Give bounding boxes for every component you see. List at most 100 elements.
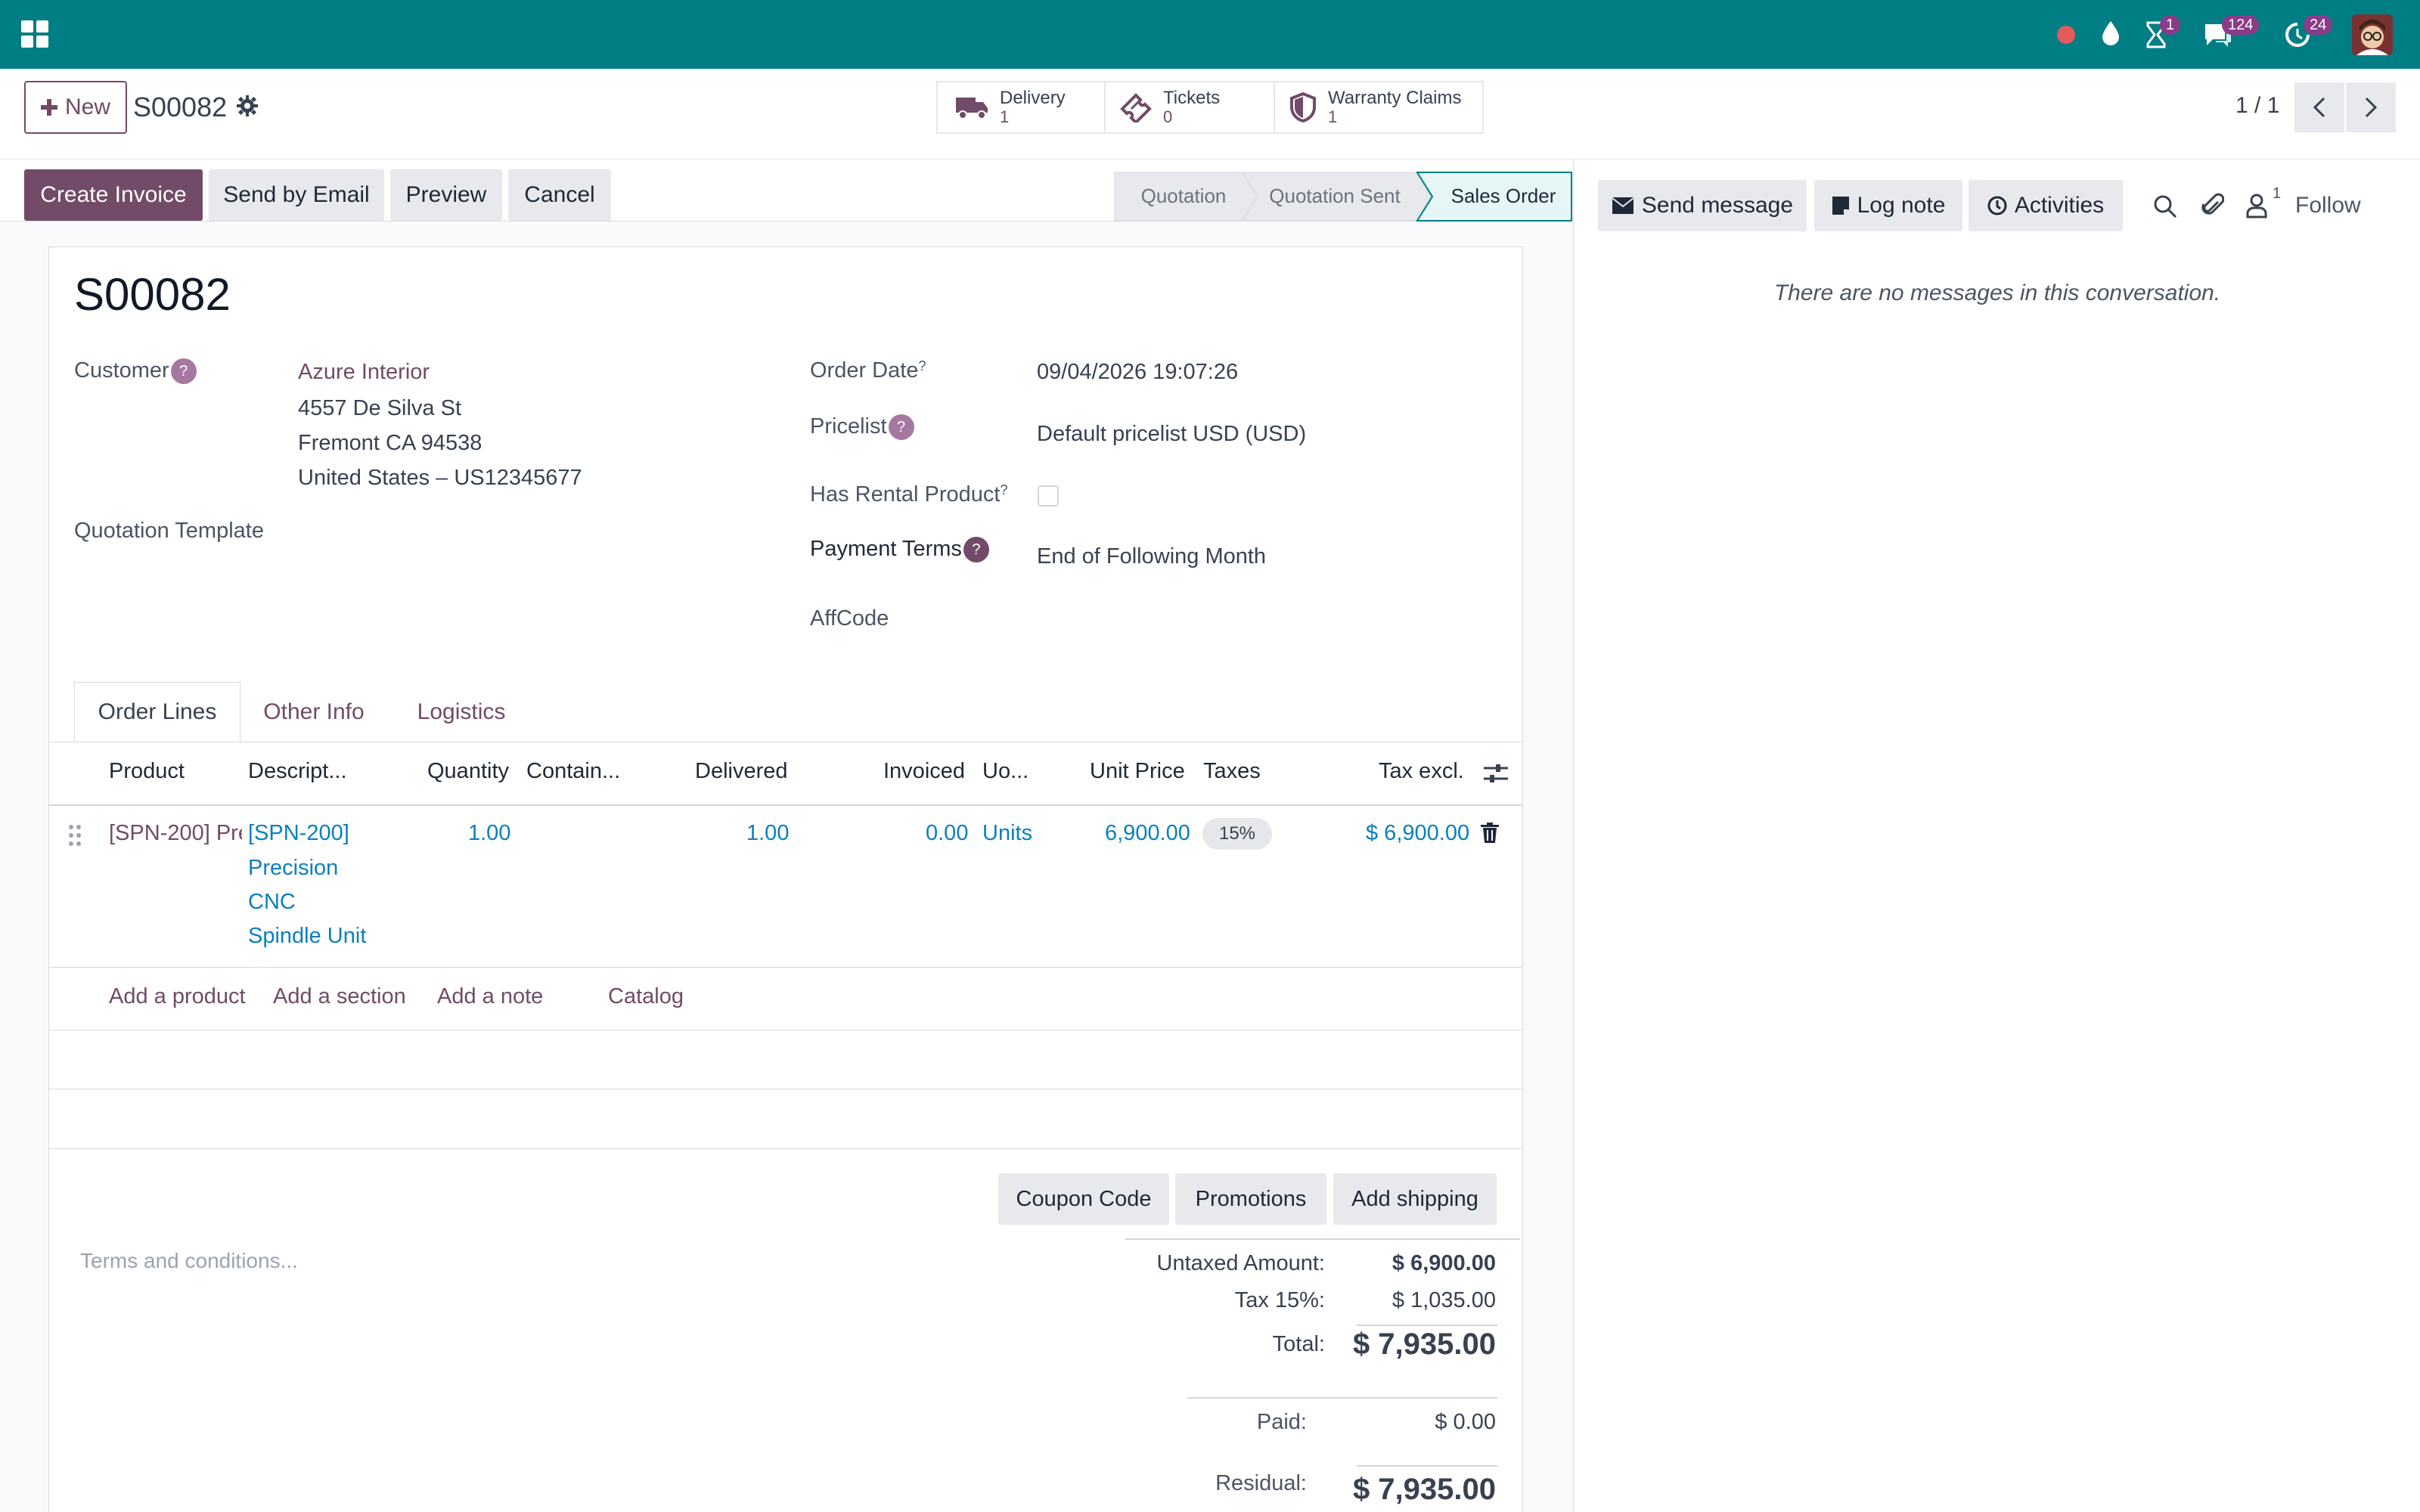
customer-address-line3: United States – US12345677 [298,466,582,490]
add-product-link[interactable]: Add a product [109,984,246,1009]
column-header-invoiced[interactable]: Invoiced [883,759,965,784]
stage-sales-order[interactable]: Sales Order [1434,172,1573,220]
new-button[interactable]: New [24,81,127,134]
control-panel: New S00082 Delivery 1 Tickets 0 Warranty C… [0,69,2420,160]
tax-label: Tax 15%: [1234,1288,1325,1312]
column-header-tax-excl[interactable]: Tax excl. [1379,759,1464,784]
apps-menu-icon[interactable] [20,19,50,49]
pager-value[interactable]: 1 / 1 [2235,93,2279,119]
optional-columns-icon[interactable] [1482,762,1509,791]
chevron-right-icon [2365,97,2378,118]
order-date-label-text: Order Date [810,358,919,383]
residual-value: $ 7,935.00 [1352,1473,1496,1506]
payment-terms-label: Payment Terms? [810,537,989,562]
residual-divider [1357,1465,1497,1467]
row-invoiced[interactable]: 0.00 [926,821,968,846]
column-header-container[interactable]: Contain... [526,759,620,784]
add-section-link[interactable]: Add a section [273,984,406,1009]
stage-quotation-sent[interactable]: Quotation Sent [1255,172,1414,220]
payment-terms-field[interactable]: End of Following Month [1037,544,1266,569]
recording-dot-icon[interactable] [2057,26,2075,44]
customer-label: Customer? [74,358,197,384]
untaxed-amount-label: Untaxed Amount: [1156,1251,1325,1275]
drop-icon[interactable] [2099,20,2122,53]
create-invoice-button[interactable]: Create Invoice [24,169,203,221]
cancel-button[interactable]: Cancel [508,169,611,221]
send-by-email-button[interactable]: Send by Email [209,169,384,221]
drag-handle-icon[interactable] [68,824,82,853]
note-icon [1832,197,1849,215]
column-header-taxes[interactable]: Taxes [1203,759,1261,784]
order-date-label: Order Date? [810,358,926,383]
breadcrumb-record: S00082 [133,91,228,122]
delivery-count: 1 [1000,107,1010,126]
customer-address-line2: Fremont CA 94538 [298,431,482,455]
help-icon[interactable]: ? [1000,482,1007,497]
row-description-line4[interactable]: Spindle Unit [248,924,366,949]
catalog-link[interactable]: Catalog [608,984,684,1009]
quotation-template-label: Quotation Template [74,519,264,543]
help-icon[interactable]: ? [963,537,989,562]
tab-logistics[interactable]: Logistics [398,682,525,742]
activities-button[interactable]: Activities [1969,180,2123,231]
send-message-button[interactable]: Send message [1598,180,1807,231]
row-product[interactable]: [SPN-200] Pre [109,821,242,846]
smart-button-warranty-claims[interactable]: Warranty Claims 1 [1274,81,1484,134]
row-description-line1[interactable]: [SPN-200] [248,821,349,846]
help-icon[interactable]: ? [918,358,926,373]
followers-icon[interactable] [2245,193,2268,225]
follow-button[interactable]: Follow [2295,193,2361,218]
help-icon[interactable]: ? [170,358,197,384]
promotions-button[interactable]: Promotions [1175,1173,1326,1225]
trash-icon[interactable] [1481,823,1499,850]
customer-field[interactable]: Azure Interior [298,360,430,385]
totals-divider [1125,1238,1520,1240]
tab-order-lines[interactable]: Order Lines [74,682,240,742]
pricelist-field[interactable]: Default pricelist USD (USD) [1037,422,1306,447]
log-note-label: Log note [1857,193,1946,218]
coupon-code-button[interactable]: Coupon Code [998,1173,1169,1225]
order-date-field[interactable]: 09/04/2026 19:07:26 [1037,360,1238,385]
smart-button-tickets[interactable]: Tickets 0 [1104,81,1275,134]
row-quantity[interactable]: 1.00 [468,821,510,846]
column-header-delivered[interactable]: Delivered [695,759,788,784]
followers-count: 1 [2273,185,2282,202]
row-unit-price[interactable]: 6,900.00 [1105,821,1190,846]
chatter-panel: Send message Log note Activities 1 Follo… [1573,160,2420,1512]
column-header-unit-price[interactable]: Unit Price [1090,759,1185,784]
smart-button-delivery[interactable]: Delivery 1 [936,81,1106,134]
help-icon[interactable]: ? [888,414,914,440]
gear-icon[interactable] [236,94,259,117]
column-header-quantity[interactable]: Quantity [427,759,509,784]
warranty-claims-label: Warranty Claims [1328,88,1462,108]
row-delivered[interactable]: 1.00 [746,821,789,846]
warranty-claims-count: 1 [1328,107,1338,126]
row-uom[interactable]: Units [982,821,1032,846]
add-shipping-button[interactable]: Add shipping [1333,1173,1497,1225]
column-header-uom[interactable]: Uo... [982,759,1028,784]
column-header-product[interactable]: Product [109,759,185,784]
log-note-button[interactable]: Log note [1814,180,1962,231]
stage-quotation[interactable]: Quotation [1115,172,1252,220]
row-description-line3[interactable]: CNC [248,890,296,915]
row-subtotal: $ 6,900.00 [1366,821,1470,845]
tab-other-info[interactable]: Other Info [250,682,378,742]
customer-label-text: Customer [74,358,169,383]
terms-and-conditions-field[interactable]: Terms and conditions... [80,1249,298,1273]
truck-icon [956,98,988,119]
table-row-divider [48,1148,1523,1149]
column-header-description[interactable]: Descript... [248,759,347,784]
search-icon[interactable] [2153,194,2177,225]
pager-next-button[interactable] [2346,82,2396,132]
user-avatar[interactable] [2352,14,2393,55]
add-note-link[interactable]: Add a note [437,984,543,1009]
statusbar-row: Create Invoice Send by Email Preview Can… [0,160,1573,222]
tax-badge[interactable]: 15% [1202,818,1272,850]
paperclip-icon[interactable] [2201,193,2225,225]
pager-previous-button[interactable] [2294,82,2344,132]
rental-checkbox[interactable] [1038,485,1059,507]
row-description-line2[interactable]: Precision [248,856,338,881]
top-navbar: 1 124 24 [0,0,2420,69]
preview-button[interactable]: Preview [390,169,502,221]
customer-address-line1: 4557 De Silva St [298,396,462,420]
